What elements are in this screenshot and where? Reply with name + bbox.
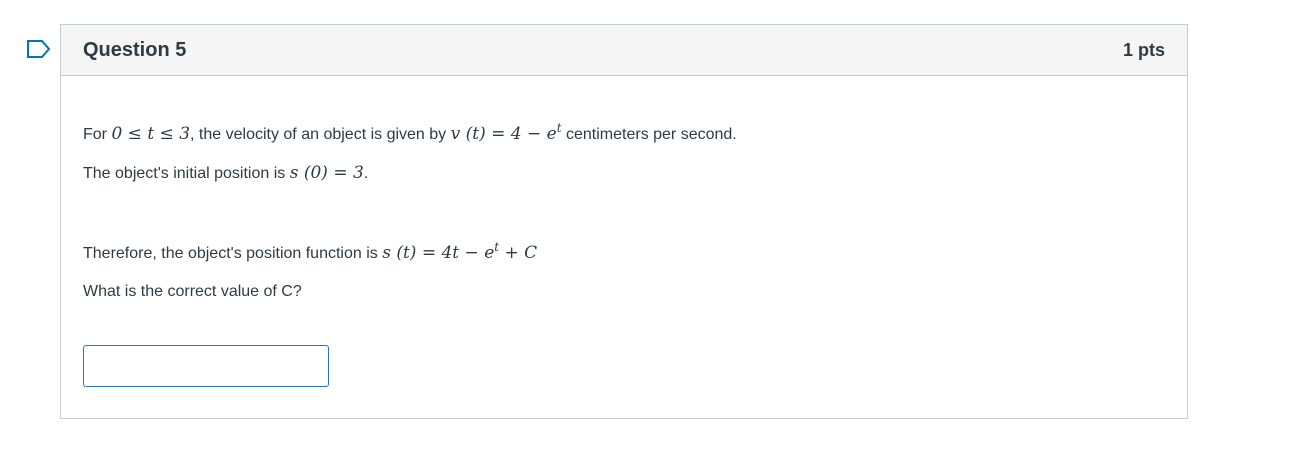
question-text-line-1: For 0 ≤ t ≤ 3, the velocity of an object… — [83, 121, 737, 146]
math-position-function: s (t) = 4t − et + C — [382, 240, 538, 263]
text-fragment: For — [83, 126, 112, 143]
math-initial-position: s (0) = 3 — [289, 163, 364, 183]
math-condition: 0 ≤ t ≤ 3 — [111, 124, 191, 144]
answer-input[interactable] — [83, 345, 329, 387]
text-fragment: Therefore, the object's position functio… — [83, 245, 383, 262]
math-velocity-function: v (t) = 4 − et — [450, 121, 562, 144]
text-fragment: centimeters per second. — [561, 126, 737, 143]
text-fragment: , the velocity of an object is given by — [190, 126, 451, 143]
text-fragment: . — [363, 165, 369, 182]
flag-question-icon[interactable] — [27, 40, 51, 58]
question-header: Question 5 1 pts — [61, 25, 1187, 76]
question-points: 1 pts — [1122, 39, 1165, 60]
question-text-line-2: The object's initial position is s (0) =… — [83, 162, 368, 185]
text-fragment: The object's initial position is — [83, 165, 290, 182]
question-title: Question 5 — [83, 38, 187, 61]
question-card: Question 5 1 pts For 0 ≤ t ≤ 3, the velo… — [60, 24, 1188, 419]
question-text-line-3: Therefore, the object's position functio… — [83, 240, 538, 265]
question-prompt: What is the correct value of C? — [83, 283, 302, 300]
